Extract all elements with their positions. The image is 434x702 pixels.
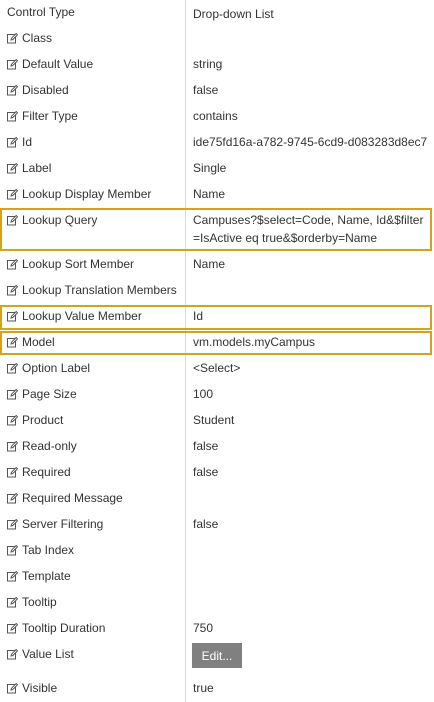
property-label: Lookup Display Member bbox=[22, 187, 152, 201]
property-label: Disabled bbox=[22, 83, 69, 97]
property-name[interactable]: Lookup Sort Member bbox=[7, 257, 134, 271]
property-label: Read-only bbox=[22, 439, 77, 453]
property-value: 100 bbox=[193, 387, 214, 401]
property-value: Id bbox=[193, 309, 204, 323]
property-value: <Select> bbox=[193, 361, 241, 375]
property-label: Option Label bbox=[22, 361, 91, 375]
edit-icon[interactable] bbox=[7, 32, 18, 44]
property-name[interactable]: Read-only bbox=[7, 439, 77, 453]
property-value: contains bbox=[193, 109, 238, 123]
edit-icon[interactable] bbox=[7, 596, 18, 608]
property-label: Class bbox=[22, 31, 53, 45]
edit-icon[interactable] bbox=[7, 84, 18, 96]
edit-icon[interactable] bbox=[7, 58, 18, 70]
property-name[interactable]: Default Value bbox=[7, 57, 93, 71]
property-name[interactable]: Class bbox=[7, 31, 52, 45]
property-name[interactable]: Lookup Display Member bbox=[7, 187, 151, 201]
property-name[interactable]: Template bbox=[7, 569, 71, 583]
property-label: Tab Index bbox=[22, 543, 75, 557]
property-name[interactable]: Lookup Value Member bbox=[7, 309, 142, 323]
edit-icon[interactable] bbox=[7, 310, 18, 322]
property-name[interactable]: Tooltip bbox=[7, 595, 57, 609]
edit-icon[interactable] bbox=[7, 648, 18, 660]
property-name[interactable]: Tooltip Duration bbox=[7, 621, 105, 635]
property-name[interactable]: Filter Type bbox=[7, 109, 78, 123]
edit-icon[interactable] bbox=[7, 414, 18, 426]
property-label: Lookup Translation Members bbox=[22, 283, 177, 297]
property-label: Control Type bbox=[7, 5, 75, 19]
property-label: Product bbox=[22, 413, 64, 427]
edit-icon[interactable] bbox=[7, 258, 18, 270]
property-value: vm.models.myCampus bbox=[193, 335, 316, 349]
edit-icon[interactable] bbox=[7, 682, 18, 694]
property-label: Value List bbox=[22, 647, 74, 661]
edit-icon[interactable] bbox=[7, 570, 18, 582]
value-list-edit-button[interactable]: Edit... bbox=[192, 643, 242, 668]
property-value: false bbox=[193, 465, 219, 479]
property-value: true bbox=[193, 681, 214, 695]
property-label: Visible bbox=[22, 681, 58, 695]
property-label: Lookup Query bbox=[22, 213, 98, 227]
edit-icon[interactable] bbox=[7, 622, 18, 634]
edit-icon[interactable] bbox=[7, 136, 18, 148]
property-name[interactable]: Disabled bbox=[7, 83, 69, 97]
edit-icon[interactable] bbox=[7, 466, 18, 478]
property-value: Campuses?$select=Code, Name, Id&$filter=… bbox=[193, 213, 424, 245]
property-name[interactable]: Model bbox=[7, 335, 55, 349]
edit-icon[interactable] bbox=[7, 388, 18, 400]
property-label: Tooltip Duration bbox=[22, 621, 106, 635]
property-label: Page Size bbox=[22, 387, 77, 401]
property-value: Drop-down List bbox=[193, 7, 274, 21]
edit-icon[interactable] bbox=[7, 544, 18, 556]
edit-icon[interactable] bbox=[7, 492, 18, 504]
property-label: Filter Type bbox=[22, 109, 78, 123]
property-value: Single bbox=[193, 161, 227, 175]
property-name[interactable]: Value List bbox=[7, 647, 74, 661]
property-name[interactable]: Label bbox=[7, 161, 51, 175]
property-label: Id bbox=[22, 135, 33, 149]
edit-icon[interactable] bbox=[7, 362, 18, 374]
property-value: ide75fd16a-a782-9745-6cd9-d083283d8ec7 bbox=[193, 135, 428, 149]
property-label: Lookup Sort Member bbox=[22, 257, 135, 271]
property-label: Tooltip bbox=[22, 595, 57, 609]
edit-icon[interactable] bbox=[7, 336, 18, 348]
property-value: false bbox=[193, 517, 219, 531]
property-grid: Control Type Drop-down List Class Default… bbox=[0, 0, 434, 702]
property-name[interactable]: Required bbox=[7, 465, 71, 479]
edit-icon[interactable] bbox=[7, 518, 18, 530]
property-name[interactable]: Lookup Query bbox=[7, 213, 97, 227]
property-name[interactable]: Visible bbox=[7, 681, 57, 695]
edit-icon[interactable] bbox=[7, 284, 18, 296]
edit-icon[interactable] bbox=[7, 110, 18, 122]
property-label: Server Filtering bbox=[22, 517, 104, 531]
edit-icon[interactable] bbox=[7, 214, 18, 226]
property-name[interactable]: Lookup Translation Members bbox=[7, 283, 177, 297]
property-name[interactable]: Server Filtering bbox=[7, 517, 103, 531]
property-label: Default Value bbox=[22, 57, 94, 71]
property-value: Name bbox=[193, 257, 226, 271]
property-value: false bbox=[193, 439, 219, 453]
property-value: string bbox=[193, 57, 223, 71]
property-name[interactable]: Required Message bbox=[7, 491, 123, 505]
edit-icon[interactable] bbox=[7, 440, 18, 452]
edit-icon[interactable] bbox=[7, 188, 18, 200]
property-name[interactable]: Product bbox=[7, 413, 63, 427]
property-label: Template bbox=[22, 569, 71, 583]
property-value: Name bbox=[193, 187, 226, 201]
property-name[interactable]: Option Label bbox=[7, 361, 90, 375]
edit-icon[interactable] bbox=[7, 162, 18, 174]
property-value: Student bbox=[193, 413, 235, 427]
property-value: 750 bbox=[193, 621, 214, 635]
property-name[interactable]: Id bbox=[7, 135, 32, 149]
property-label: Lookup Value Member bbox=[22, 309, 142, 323]
property-label: Required bbox=[22, 465, 71, 479]
property-label: Required Message bbox=[22, 491, 123, 505]
property-label: Label bbox=[22, 161, 52, 175]
property-label: Model bbox=[22, 335, 55, 349]
property-value: false bbox=[193, 83, 219, 97]
property-name[interactable]: Page Size bbox=[7, 387, 77, 401]
property-name[interactable]: Tab Index bbox=[7, 543, 74, 557]
